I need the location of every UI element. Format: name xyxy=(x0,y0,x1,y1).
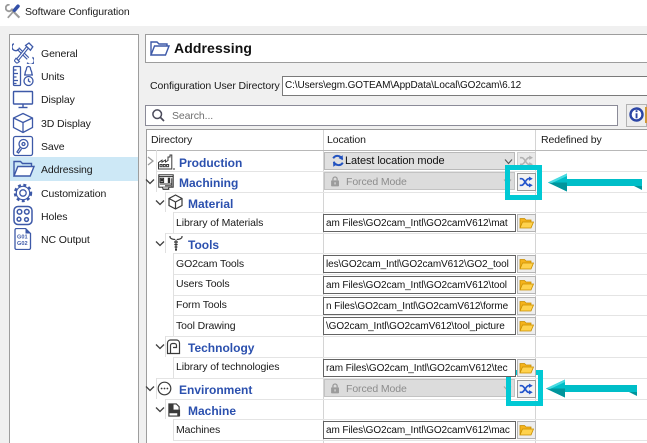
svg-text:G02: G02 xyxy=(17,241,28,247)
svg-text:G01: G01 xyxy=(17,235,28,241)
